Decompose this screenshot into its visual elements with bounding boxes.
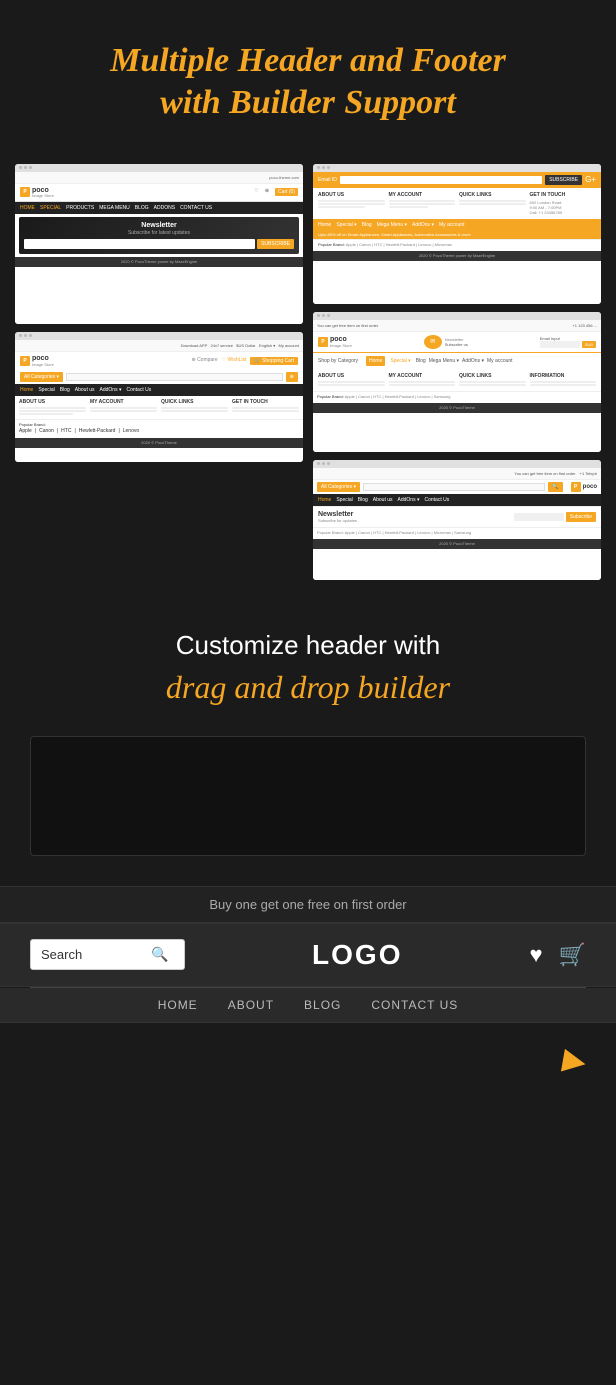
screenshot-2: Download APP 24x7 service $US Dollar Eng… <box>15 332 303 462</box>
screenshots-left-col: poco-theme.com P poco Image Store ♡ ⊕ Ca… <box>15 164 303 580</box>
utility-bar-text: poco-theme.com <box>269 175 299 180</box>
nav-contact[interactable]: CONTACT US <box>371 998 458 1012</box>
nav-home[interactable]: HOME <box>158 998 198 1012</box>
hero-section: Multiple Header and Footer with Builder … <box>0 0 616 154</box>
demo-header: 🔍 LOGO ♥ 🛒 <box>0 923 616 987</box>
nav-about[interactable]: ABOUT <box>228 998 274 1012</box>
demo-header-section: 🔍 LOGO ♥ 🛒 HOME ABOUT BLOG CONTACT US <box>0 923 616 1023</box>
builder-preview <box>30 736 586 856</box>
header-icons: ♥ 🛒 <box>530 942 586 968</box>
nav-blog[interactable]: BLOG <box>304 998 341 1012</box>
cart-icon[interactable]: 🛒 <box>559 942 586 968</box>
search-container[interactable]: 🔍 <box>30 939 185 970</box>
demo-nav: HOME ABOUT BLOG CONTACT US <box>0 988 616 1023</box>
wishlist-icon[interactable]: ♥ <box>530 942 543 968</box>
cursor-icon: ▶ <box>560 1041 589 1079</box>
customize-section: Customize header with drag and drop buil… <box>0 600 616 726</box>
promo-bar: Buy one get one free on first order <box>0 886 616 923</box>
screenshot-3: Email ID SUBSCRIBE G+ ABOUT US MY ACCOUN… <box>313 164 601 304</box>
search-icon[interactable]: 🔍 <box>151 946 168 963</box>
screenshot-4: You can get free item on first order +1 … <box>313 312 601 452</box>
logo: LOGO <box>312 939 402 971</box>
poco-logo-mini: P poco Image Store <box>20 187 54 198</box>
screenshots-right-col: Email ID SUBSCRIBE G+ ABOUT US MY ACCOUN… <box>313 164 601 580</box>
cursor-area: ▶ <box>0 1023 616 1108</box>
screenshot-1: poco-theme.com P poco Image Store ♡ ⊕ Ca… <box>15 164 303 324</box>
customize-subtitle: drag and drop builder <box>30 669 586 706</box>
screenshot-5: You can get free item on first order +1 … <box>313 460 601 580</box>
screenshots-grid: poco-theme.com P poco Image Store ♡ ⊕ Ca… <box>0 154 616 600</box>
hero-title: Multiple Header and Footer with Builder … <box>30 40 586 124</box>
search-input[interactable] <box>41 947 151 962</box>
customize-title: Customize header with <box>30 630 586 661</box>
